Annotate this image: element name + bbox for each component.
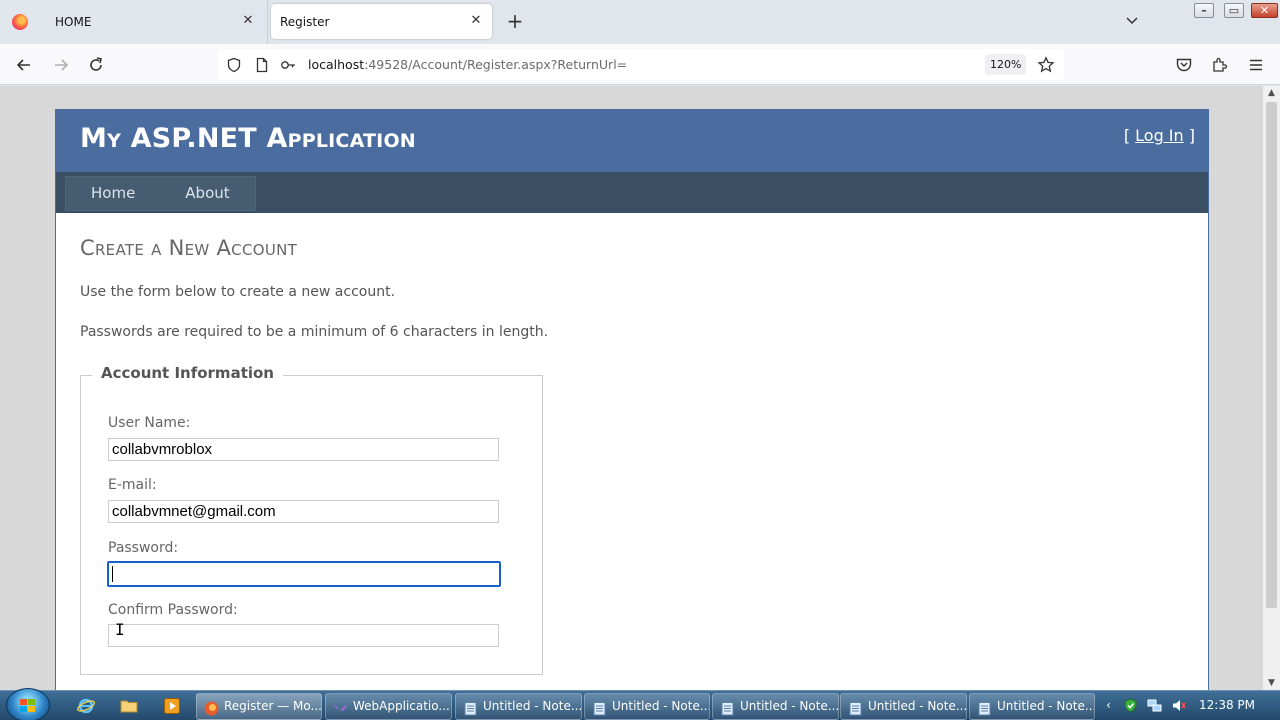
vertical-scrollbar[interactable]: ▲ ▼: [1263, 86, 1280, 690]
main-content: Create a New Account Use the form below …: [80, 236, 1180, 340]
email-label: E-mail:: [108, 477, 157, 493]
close-tab-icon[interactable]: ✕: [241, 14, 255, 28]
maximize-button[interactable]: ▭: [1224, 3, 1244, 18]
site-menu: Home About: [65, 176, 256, 211]
email-input[interactable]: collabvmnet@gmail.com: [108, 500, 499, 523]
taskbar-button-notepad[interactable]: Untitled - Note...: [840, 693, 967, 720]
network-icon[interactable]: [1147, 698, 1162, 713]
taskbar-button-firefox[interactable]: Register — Mo...: [196, 693, 322, 720]
close-window-button[interactable]: ✕: [1251, 3, 1278, 18]
maximize-icon: ▭: [1228, 4, 1240, 17]
taskbar-button-label: Untitled - Note...: [612, 699, 710, 713]
page-info-icon[interactable]: [254, 57, 270, 73]
tab-list-chevron-icon[interactable]: [1124, 12, 1140, 28]
site-page: My ASP.NET Application [ Log In ] Home A…: [55, 109, 1209, 690]
page-viewport: My ASP.NET Application [ Log In ] Home A…: [0, 86, 1263, 690]
login-area: [ Log In ]: [1124, 126, 1195, 145]
site-menu-bar: Home About: [56, 172, 1208, 213]
notepad-icon: [592, 700, 607, 716]
login-bracket-open: [: [1123, 126, 1136, 145]
scroll-up-arrow-icon[interactable]: ▲: [1263, 86, 1280, 100]
site-title: My ASP.NET Application: [80, 123, 416, 154]
taskbar-button-label: Untitled - Note...: [483, 699, 582, 713]
pocket-icon[interactable]: [1175, 56, 1193, 74]
menu-item-home[interactable]: Home: [66, 177, 160, 210]
confirm-password-input[interactable]: [108, 624, 499, 647]
username-label: User Name:: [108, 415, 191, 431]
firefox-favicon-icon: [12, 14, 28, 30]
close-icon: ✕: [1259, 4, 1270, 17]
username-input[interactable]: collabvmroblox: [108, 438, 499, 461]
tab-home[interactable]: HOME ✕: [0, 0, 268, 44]
password-label: Password:: [108, 540, 179, 556]
tab-register[interactable]: Register ✕: [271, 4, 492, 39]
firefox-icon: [204, 700, 219, 716]
taskbar-button-notepad[interactable]: Untitled - Note...: [712, 693, 839, 720]
menu-item-about[interactable]: About: [160, 177, 254, 210]
hamburger-menu-icon[interactable]: [1247, 56, 1265, 74]
url-text[interactable]: localhost:49528/Account/Register.aspx?Re…: [308, 57, 627, 72]
taskbar-button-label: Register — Mo...: [224, 699, 322, 713]
fieldset-legend: Account Information: [92, 364, 283, 382]
login-bracket-close: ]: [1183, 126, 1195, 145]
tab-title: Register: [280, 14, 330, 29]
file-explorer-folder-icon[interactable]: [120, 697, 138, 715]
site-header: My ASP.NET Application [ Log In ]: [56, 110, 1208, 172]
taskbar-button-label: Untitled - Note...: [997, 699, 1095, 713]
forward-arrow-icon[interactable]: [52, 56, 70, 74]
taskbar-button-notepad[interactable]: Untitled - Note...: [455, 693, 582, 720]
url-path: :49528/Account/Register.aspx?ReturnUrl=: [364, 57, 628, 72]
security-shield-icon[interactable]: [1123, 698, 1138, 713]
notepad-icon: [720, 700, 735, 716]
confirm-password-label: Confirm Password:: [108, 602, 238, 618]
scrollbar-thumb[interactable]: [1266, 102, 1277, 608]
minimize-button[interactable]: –: [1194, 3, 1214, 18]
start-button[interactable]: [6, 688, 50, 720]
taskbar-button-visual-studio[interactable]: WebApplicatio...: [325, 693, 452, 720]
taskbar-button-label: WebApplicatio...: [353, 699, 450, 713]
password-input[interactable]: [107, 561, 501, 587]
close-tab-icon[interactable]: ✕: [469, 14, 483, 28]
visual-studio-icon: [333, 700, 348, 715]
new-tab-button[interactable]: +: [505, 11, 525, 32]
navigation-toolbar: localhost:49528/Account/Register.aspx?Re…: [0, 44, 1280, 85]
reload-icon[interactable]: [87, 56, 105, 74]
notepad-icon: [463, 700, 478, 716]
address-bar[interactable]: localhost:49528/Account/Register.aspx?Re…: [218, 49, 1064, 80]
browser-tab-strip: HOME ✕ Register ✕ + – ▭ ✕: [0, 0, 1280, 44]
tracking-shield-icon[interactable]: [226, 57, 242, 73]
text-cursor-ibeam-icon: I: [115, 620, 125, 639]
media-player-icon[interactable]: [163, 697, 181, 715]
back-arrow-icon[interactable]: [15, 56, 33, 74]
taskbar-button-notepad[interactable]: Untitled - Note...: [969, 693, 1095, 720]
taskbar-button-label: Untitled - Note...: [740, 699, 839, 713]
url-host: localhost: [308, 57, 365, 72]
intro-text: Use the form below to create a new accou…: [80, 284, 396, 300]
taskbar-button-notepad[interactable]: Untitled - Note...: [584, 693, 710, 720]
notepad-icon: [848, 700, 863, 716]
scroll-down-arrow-icon[interactable]: ▼: [1263, 676, 1280, 690]
notepad-icon: [977, 700, 992, 716]
text-caret: [112, 566, 113, 582]
extensions-puzzle-icon[interactable]: [1211, 56, 1229, 74]
taskbar-clock[interactable]: 12:38 PM: [1199, 698, 1255, 712]
windows-flag-icon: [20, 699, 35, 712]
volume-speaker-icon[interactable]: [1171, 698, 1186, 713]
account-information-fieldset: Account Information User Name: collabvmr…: [80, 364, 543, 675]
page-heading: Create a New Account: [80, 236, 298, 260]
tray-overflow-chevron-icon[interactable]: ‹: [1101, 698, 1116, 713]
internet-explorer-icon[interactable]: [77, 697, 95, 715]
windows-taskbar: Register — Mo... WebApplicatio... Untitl…: [0, 688, 1280, 720]
minimize-icon: –: [1201, 4, 1207, 17]
bookmark-star-icon[interactable]: [1037, 56, 1055, 74]
permissions-key-icon[interactable]: [280, 57, 296, 73]
tab-title: HOME: [55, 15, 92, 29]
password-requirement-text: Passwords are required to be a minimum o…: [80, 324, 549, 340]
zoom-level-badge[interactable]: 120%: [985, 54, 1027, 75]
taskbar-button-label: Untitled - Note...: [868, 699, 967, 713]
login-link[interactable]: Log In: [1135, 126, 1184, 145]
